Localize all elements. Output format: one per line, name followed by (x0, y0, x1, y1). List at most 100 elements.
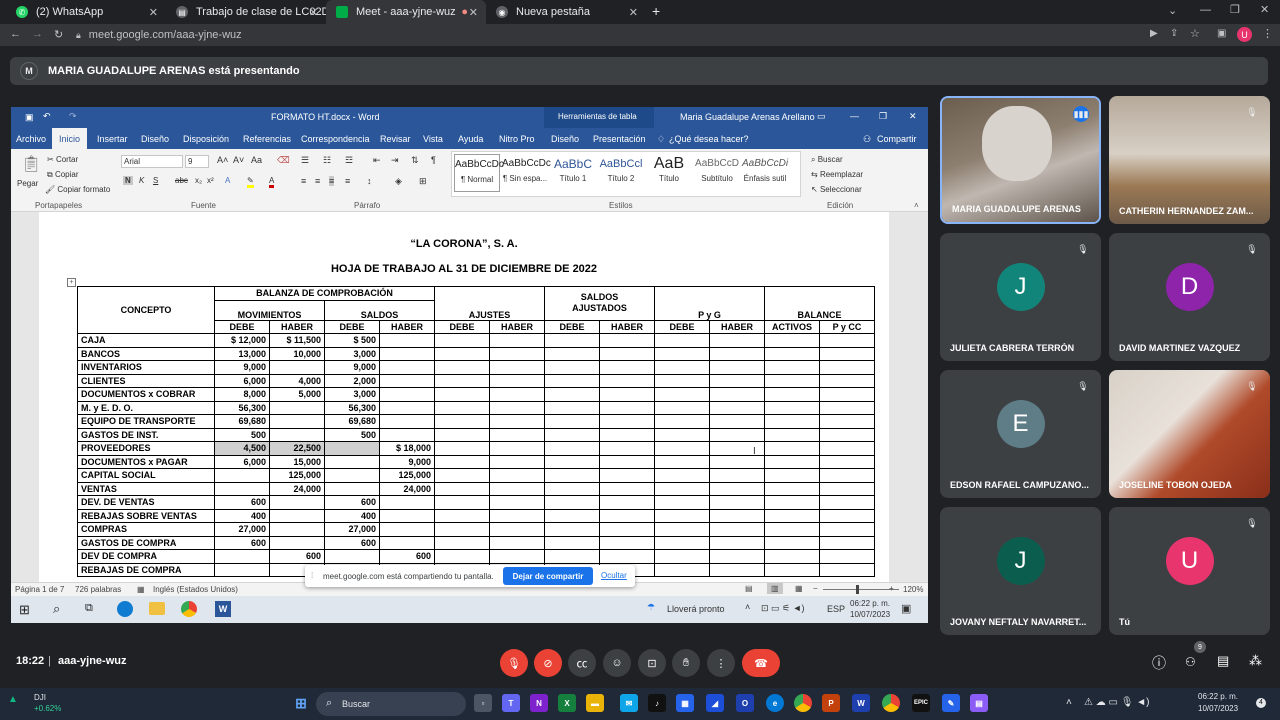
table-row[interactable]: GASTOS DE INST. 500 500 (77, 427, 875, 442)
empty-cell[interactable] (489, 400, 545, 415)
borders-icon[interactable]: ⊞ (419, 176, 427, 187)
empty-cell[interactable] (489, 346, 545, 361)
empty-cell[interactable] (654, 441, 710, 456)
empty-cell[interactable] (544, 535, 600, 550)
empty-cell[interactable] (599, 441, 655, 456)
empty-cell[interactable] (599, 508, 655, 523)
participant-tile-edson[interactable]: 🎙︎ E EDSON RAFAEL CAMPUZANO... (940, 370, 1101, 498)
table-row[interactable]: DEV. DE VENTAS 600 600 (77, 495, 875, 510)
amount-cell[interactable]: 125,000 (269, 468, 325, 483)
show-marks-icon[interactable]: ¶ (431, 155, 436, 165)
mail-icon[interactable]: ✉ (620, 694, 638, 712)
close-tab-icon[interactable]: ✕ (149, 6, 158, 19)
empty-cell[interactable] (654, 535, 710, 550)
amount-cell[interactable] (269, 508, 325, 523)
empty-cell[interactable] (434, 441, 490, 456)
concept-cell[interactable]: DOCUMENTOS x PAGAR (77, 454, 215, 469)
ribbon-display-icon[interactable]: ▭ (817, 111, 826, 122)
concept-cell[interactable]: DEV DE COMPRA (77, 549, 215, 564)
empty-cell[interactable] (434, 333, 490, 348)
participant-tile-catherin[interactable]: 🎙︎ CATHERIN HERNANDEZ ZAM... (1109, 96, 1270, 224)
empty-cell[interactable] (544, 549, 600, 564)
table-row[interactable]: VENTAS 24,000 24,000 (77, 481, 875, 496)
line-spacing-icon[interactable]: ↕ (367, 176, 372, 186)
edge-icon[interactable]: e (766, 694, 784, 712)
table-row[interactable]: REBAJAS SOBRE VENTAS 400 400 (77, 508, 875, 523)
table-row[interactable]: GASTOS DE COMPRA 600 600 (77, 535, 875, 550)
amount-cell[interactable] (269, 522, 325, 537)
empty-cell[interactable] (764, 549, 820, 564)
font-color-icon[interactable]: A (269, 176, 275, 188)
empty-cell[interactable] (709, 333, 765, 348)
collapse-ribbon-icon[interactable]: ˄ (914, 201, 919, 210)
drag-handle-icon[interactable]: ⁞ (311, 571, 313, 580)
empty-cell[interactable] (599, 535, 655, 550)
amount-cell[interactable]: 13,000 (214, 346, 270, 361)
empty-cell[interactable] (709, 481, 765, 496)
empty-cell[interactable] (544, 495, 600, 510)
empty-cell[interactable] (489, 535, 545, 550)
empty-cell[interactable] (434, 454, 490, 469)
amount-cell[interactable]: 600 (324, 535, 380, 550)
empty-cell[interactable] (819, 360, 875, 375)
empty-cell[interactable] (544, 522, 600, 537)
empty-cell[interactable] (544, 441, 600, 456)
empty-cell[interactable] (819, 481, 875, 496)
word-count[interactable]: 726 palabras (75, 585, 121, 594)
empty-cell[interactable] (434, 522, 490, 537)
empty-cell[interactable] (764, 346, 820, 361)
copy-button[interactable]: ⧉ Copiar (47, 170, 79, 180)
empty-cell[interactable] (599, 333, 655, 348)
participant-tile-julieta[interactable]: 🎙︎ J JULIETA CABRERA TERRÓN (940, 233, 1101, 361)
amount-cell[interactable]: 2,000 (324, 373, 380, 388)
amount-cell[interactable]: 125,000 (379, 468, 435, 483)
empty-cell[interactable] (434, 549, 490, 564)
amount-cell[interactable]: 22,500 (269, 441, 325, 456)
amount-cell[interactable]: 400 (324, 508, 380, 523)
highlight-icon[interactable]: ✎ (247, 176, 254, 188)
minimize-icon[interactable]: — (1200, 4, 1211, 16)
close-tab-icon[interactable]: ✕ (309, 6, 318, 19)
empty-cell[interactable] (489, 481, 545, 496)
tray-icons[interactable]: ⊡ ▭ ⚟ ◄) (761, 603, 805, 614)
tab-vista[interactable]: Vista (423, 134, 443, 144)
empty-cell[interactable] (819, 414, 875, 429)
restore-icon[interactable]: ❐ (1230, 3, 1240, 16)
amount-cell[interactable] (379, 387, 435, 402)
justify-icon[interactable]: ≡ (345, 176, 350, 186)
empty-cell[interactable] (819, 441, 875, 456)
table-row[interactable]: CAJA $ 12,000 $ 11,500 $ 500 (77, 333, 875, 348)
empty-cell[interactable] (489, 414, 545, 429)
empty-cell[interactable] (544, 454, 600, 469)
amount-cell[interactable] (324, 468, 380, 483)
empty-cell[interactable] (819, 454, 875, 469)
concept-cell[interactable]: GASTOS DE COMPRA (77, 535, 215, 550)
amount-cell[interactable]: 8,000 (214, 387, 270, 402)
superscript-icon[interactable]: x² (207, 176, 214, 185)
camera-toggle-button[interactable]: ⊘ (534, 649, 562, 677)
concept-cell[interactable]: VENTAS (77, 481, 215, 496)
tab-insertar[interactable]: Insertar (97, 134, 128, 144)
cut-button[interactable]: ✂ Cortar (47, 155, 78, 164)
empty-cell[interactable] (764, 481, 820, 496)
spelling-icon[interactable]: ▦ (137, 585, 145, 594)
amount-cell[interactable] (324, 441, 380, 456)
amount-cell[interactable] (269, 400, 325, 415)
amount-cell[interactable] (269, 414, 325, 429)
empty-cell[interactable] (489, 454, 545, 469)
tray-icons[interactable]: ⚠ ☁ ▭ 🎙︎ ◄) (1084, 697, 1149, 708)
powerpoint-icon[interactable]: P (822, 694, 840, 712)
redo-icon[interactable]: ↷ (69, 111, 77, 122)
concept-cell[interactable]: INVENTARIOS (77, 360, 215, 375)
zoom-in-icon[interactable]: + (889, 584, 894, 593)
empty-cell[interactable] (654, 346, 710, 361)
print-layout-icon[interactable]: ▥ (767, 583, 783, 594)
empty-cell[interactable] (819, 468, 875, 483)
empty-cell[interactable] (434, 481, 490, 496)
zoom-out-icon[interactable]: − (813, 584, 818, 593)
save-icon[interactable]: ▣ (25, 112, 34, 123)
empty-cell[interactable] (544, 427, 600, 442)
tell-me-field[interactable]: ¿Qué desea hacer? (669, 134, 749, 144)
paint-icon[interactable]: ✎ (942, 694, 960, 712)
table-row[interactable]: DOCUMENTOS x COBRAR 8,000 5,000 3,000 (77, 387, 875, 402)
